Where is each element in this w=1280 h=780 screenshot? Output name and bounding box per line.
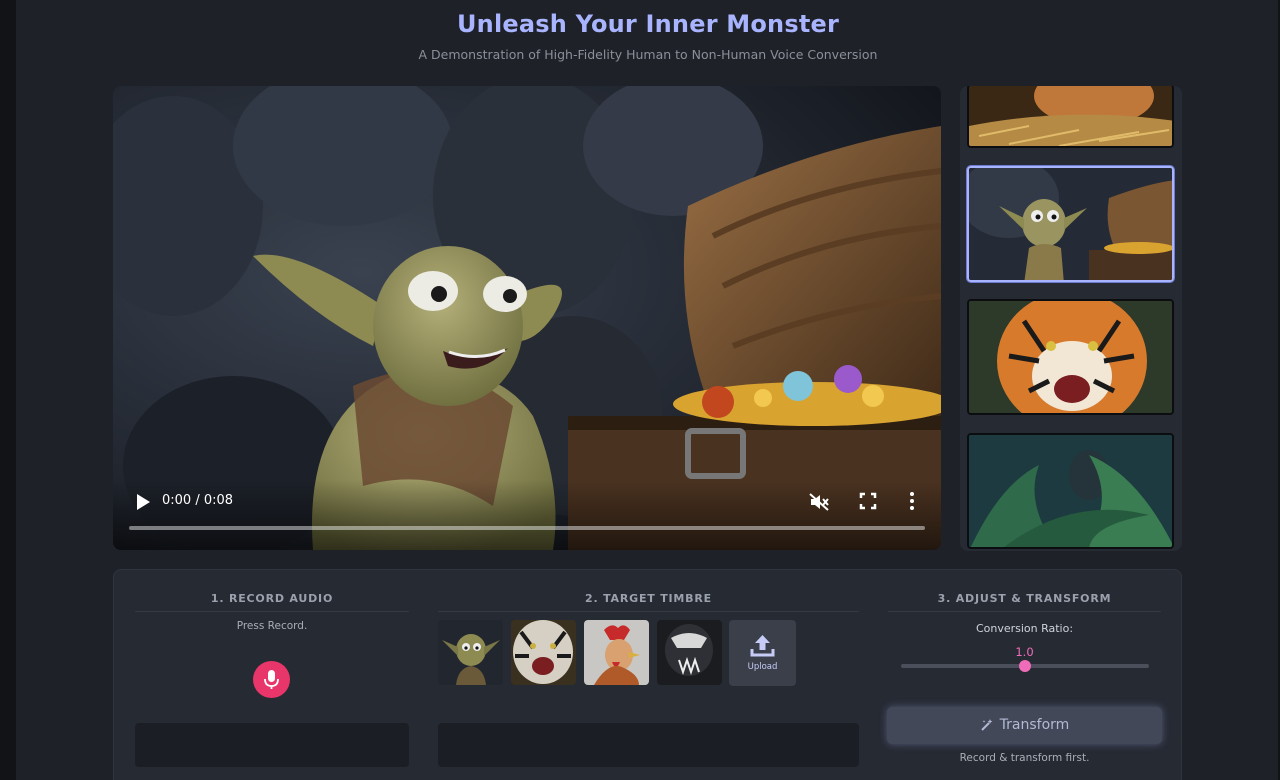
timbre-option-black-beast[interactable] — [657, 620, 722, 685]
left-edge — [0, 0, 16, 780]
timbre-option-goblin[interactable] — [438, 620, 503, 685]
page-subtitle: A Demonstration of High-Fidelity Human t… — [418, 47, 878, 62]
record-button[interactable] — [253, 661, 290, 698]
thumbnail-goblin-treasure[interactable] — [967, 166, 1174, 282]
recorded-audio-player[interactable] — [135, 723, 409, 767]
jungle-monster-thumbnail-image — [969, 435, 1172, 547]
volume-muted-icon[interactable] — [808, 492, 830, 512]
upload-timbre-button[interactable]: Upload — [729, 620, 796, 686]
record-section-divider — [135, 611, 409, 612]
goblin-timbre-image — [438, 620, 503, 685]
record-status: Press Record. — [236, 620, 308, 632]
record-section-title: 1. RECORD AUDIO — [210, 592, 334, 605]
tiger-roar-thumbnail-image — [969, 301, 1172, 413]
hen-nest-thumbnail-image — [969, 86, 1172, 146]
microphone-icon — [264, 670, 279, 689]
upload-label: Upload — [747, 662, 778, 672]
transform-status: Record & transform first. — [959, 752, 1090, 764]
conversion-ratio-label: Conversion Ratio: — [975, 622, 1074, 635]
more-options-icon[interactable] — [907, 491, 917, 511]
page-title: Unleash Your Inner Monster — [456, 10, 840, 38]
fullscreen-icon[interactable] — [859, 492, 877, 510]
transform-label: Transform — [999, 717, 1070, 733]
timbre-option-tiger[interactable] — [511, 620, 576, 685]
converted-audio-player[interactable] — [438, 723, 859, 767]
thumbnail-jungle-monster[interactable] — [967, 433, 1174, 549]
video-player[interactable]: 0:00 / 0:08 — [113, 86, 941, 550]
timbre-section-title: 2. TARGET TIMBRE — [585, 592, 712, 605]
black-beast-timbre-image — [657, 620, 722, 685]
transform-button[interactable]: Transform — [887, 707, 1162, 744]
thumbnail-hen-nest[interactable] — [967, 86, 1174, 148]
play-icon[interactable] — [133, 491, 153, 513]
tiger-timbre-image — [511, 620, 576, 685]
timbre-option-rooster[interactable] — [584, 620, 649, 685]
video-time: 0:00 / 0:08 — [162, 493, 234, 508]
video-gallery[interactable] — [960, 86, 1182, 551]
video-progress-bar[interactable] — [129, 526, 925, 530]
conversion-ratio-value: 1.0 — [1015, 645, 1034, 659]
timbre-section-divider — [438, 611, 859, 612]
thumbnail-tiger-roar[interactable] — [967, 299, 1174, 415]
video-controls-bar — [113, 480, 941, 550]
control-panel: 1. RECORD AUDIO Press Record. 2. TARGET … — [113, 569, 1182, 780]
adjust-section-divider — [888, 611, 1161, 612]
rooster-timbre-image — [584, 620, 649, 685]
adjust-section-title: 3. ADJUST & TRANSFORM — [937, 592, 1112, 605]
upload-icon — [750, 635, 775, 657]
conversion-ratio-slider-thumb[interactable] — [1019, 660, 1031, 672]
magic-wand-icon — [980, 719, 993, 731]
goblin-treasure-thumbnail-image — [969, 168, 1172, 280]
